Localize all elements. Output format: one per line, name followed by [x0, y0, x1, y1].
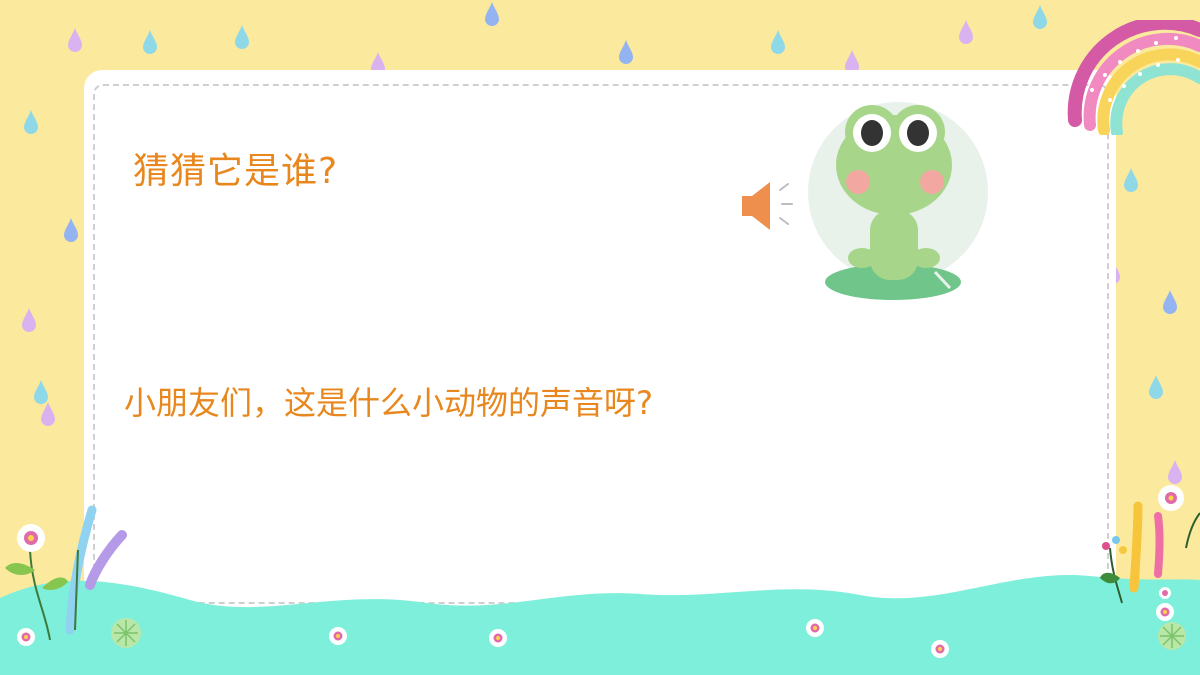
flower	[17, 628, 35, 646]
flower	[329, 627, 347, 645]
raindrop	[41, 402, 55, 426]
raindrop	[771, 30, 785, 54]
raindrop	[34, 380, 48, 404]
flower	[489, 629, 507, 647]
raindrop	[22, 308, 36, 332]
slide: 猜猜它是谁? 小朋友们，这是什么小动物的声音呀?	[0, 0, 1200, 675]
raindrop	[959, 20, 973, 44]
frog-illustration	[808, 102, 988, 300]
raindrop	[143, 30, 157, 54]
raindrop	[1033, 5, 1047, 29]
raindrop	[619, 40, 633, 64]
raindrop	[485, 2, 499, 26]
raindrop	[1124, 168, 1138, 192]
raindrop	[1163, 290, 1177, 314]
flower	[931, 640, 949, 658]
raindrop	[64, 218, 78, 242]
question-text: 小朋友们，这是什么小动物的声音呀?	[124, 384, 653, 422]
ground-flowers	[17, 603, 1174, 658]
flower	[1156, 603, 1174, 621]
raindrop	[1149, 375, 1163, 399]
speaker-icon[interactable]	[736, 174, 800, 238]
rainbow-illustration	[1067, 20, 1200, 135]
raindrop	[68, 28, 82, 52]
slide-title: 猜猜它是谁?	[133, 151, 339, 192]
flower	[806, 619, 824, 637]
raindrop	[235, 25, 249, 49]
raindrop	[24, 110, 38, 134]
